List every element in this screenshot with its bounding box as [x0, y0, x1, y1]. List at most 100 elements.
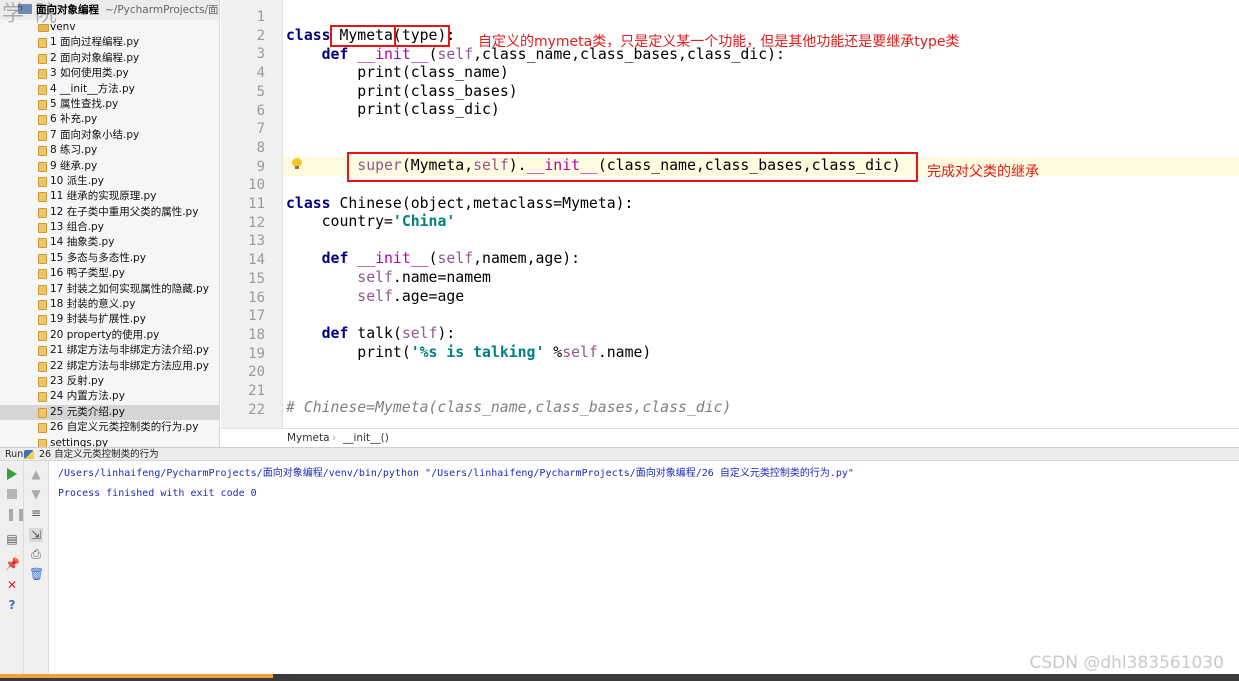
project-name: 面向对象编程 — [36, 4, 99, 16]
python-file-icon — [38, 115, 47, 126]
pause-icon[interactable]: ❚❚ — [6, 507, 26, 521]
tree-item-label: 6 补充.py — [50, 113, 98, 126]
code-line-4[interactable]: print(class_name) — [286, 64, 508, 83]
tree-file-item[interactable]: 16 鸭子类型.py — [0, 266, 219, 281]
tree-file-item[interactable]: 11 继承的实现原理.py — [0, 189, 219, 204]
code-line-22[interactable]: # Chinese=Mymeta(class_name,class_bases,… — [286, 399, 731, 418]
tree-file-item[interactable]: 4 __init__方法.py — [0, 82, 219, 97]
code-line-19[interactable]: print('%s is talking' %self.name) — [286, 344, 651, 363]
code-line-15[interactable]: self.name=namem — [286, 269, 491, 288]
tree-item-label: 1 面向过程编程.py — [50, 36, 140, 49]
code-line-5[interactable]: print(class_bases) — [286, 83, 518, 102]
tree-file-item[interactable]: 17 封装之如何实现属性的隐藏.py — [0, 282, 219, 297]
python-file-icon — [38, 346, 47, 357]
params: ): — [437, 325, 456, 342]
tree-item-label: 24 内置方法.py — [50, 390, 125, 403]
tree-file-item[interactable]: 6 补充.py — [0, 112, 219, 127]
keyword: def — [321, 250, 349, 267]
tree-file-item[interactable]: 10 派生.py — [0, 174, 219, 189]
python-file-icon — [38, 207, 47, 218]
tree-file-item[interactable]: 23 反射.py — [0, 374, 219, 389]
tree-file-item[interactable]: 8 练习.py — [0, 143, 219, 158]
code-editor[interactable]: 1 2 3 4 5 6 7 8 9 10 11 12 13 14 15 16 17 18 19 20 21 22 clas… — [221, 0, 1239, 447]
project-header[interactable]: 面向对象编程 ~/PycharmProjects/面向 — [0, 0, 220, 20]
lightbulb-icon[interactable] — [292, 158, 302, 170]
tree-file-item[interactable]: 18 封装的意义.py — [0, 297, 219, 312]
tree-item-label: 9 继承.py — [50, 159, 98, 172]
string-literal: '%s is talking' — [410, 344, 545, 361]
stop-icon[interactable] — [7, 489, 21, 503]
code-text: print(class_bases) — [357, 83, 518, 100]
tree-file-item[interactable]: 14 抽象类.py — [0, 235, 219, 250]
tree-file-item[interactable]: 26 自定义元类控制类的行为.py — [0, 420, 219, 435]
tree-file-item[interactable]: 24 内置方法.py — [0, 389, 219, 404]
tree-file-item[interactable]: 7 面向对象小结.py — [0, 128, 219, 143]
breadcrumb-class[interactable]: Mymeta — [287, 429, 330, 447]
tree-file-item[interactable]: 15 多态与多态性.py — [0, 251, 219, 266]
paren: ( — [428, 46, 438, 63]
tree-item-label: 12 在子类中重用父类的属性.py — [50, 205, 199, 218]
self-param: self — [437, 250, 474, 267]
tree-item-label: 19 封装与扩展性.py — [50, 313, 146, 326]
help-icon[interactable]: ? — [5, 598, 19, 612]
close-icon[interactable]: ✕ — [5, 578, 19, 592]
line-number: 4 — [256, 65, 265, 82]
code-line-18[interactable]: def talk(self): — [286, 325, 456, 344]
code-line-11[interactable]: class Chinese(object,metaclass=Mymeta): — [286, 195, 633, 214]
tree-file-item[interactable]: settings.py — [0, 436, 219, 447]
python-file-icon — [38, 146, 47, 157]
layout-icon[interactable]: ▤ — [5, 532, 19, 546]
line-number: 10 — [248, 177, 265, 194]
arrow-up-icon[interactable]: ▲ — [29, 467, 43, 481]
tree-file-item[interactable]: 12 在子类中重用父类的属性.py — [0, 205, 219, 220]
python-file-icon — [38, 253, 47, 264]
python-file-icon — [38, 330, 47, 341]
python-file-icon — [38, 53, 47, 64]
tree-file-item[interactable]: 9 继承.py — [0, 159, 219, 174]
trash-icon[interactable]: 🗑 — [29, 567, 44, 581]
class-decl: Chinese(object,metaclass=Mymeta): — [339, 195, 634, 212]
tree-file-item[interactable]: 2 面向对象编程.py — [0, 51, 219, 66]
self-param: self — [437, 46, 474, 63]
python-file-icon — [38, 130, 47, 141]
run-toolbar-secondary: ▲ ▼ ≡ ⇲ ⎙ 🗑 — [24, 461, 49, 681]
code-text: country= — [321, 213, 393, 230]
python-file-icon — [38, 300, 47, 311]
run-tab-label[interactable]: Run — [5, 448, 23, 461]
code-line-12[interactable]: country='China' — [286, 213, 456, 232]
tree-file-item[interactable]: 13 组合.py — [0, 220, 219, 235]
code-line-14[interactable]: def __init__(self,namem,age): — [286, 250, 580, 269]
annotation-super-note: 完成对父类的继承 — [927, 164, 1039, 180]
tree-file-item[interactable]: 20 property的使用.py — [0, 328, 219, 343]
tree-file-item[interactable]: 19 封装与扩展性.py — [0, 312, 219, 327]
pin-icon[interactable]: 📌 — [5, 557, 20, 571]
breadcrumb: Mymeta › __init__() — [221, 428, 1239, 447]
python-file-icon — [38, 161, 47, 172]
soft-wrap-icon[interactable]: ≡ — [29, 506, 43, 520]
tree-file-item[interactable]: 25 元类介绍.py — [0, 404, 219, 421]
tree-file-item[interactable]: 3 如何使用类.py — [0, 66, 219, 81]
print-icon[interactable]: ⎙ — [29, 547, 43, 561]
breadcrumb-separator: › — [332, 432, 337, 444]
python-file-icon — [38, 392, 47, 403]
self-ref: self — [357, 288, 393, 305]
rerun-icon[interactable] — [7, 468, 21, 482]
tree-file-item[interactable]: 1 面向过程编程.py — [0, 35, 219, 50]
run-config-name[interactable]: 26 自定义元类控制类的行为 — [39, 448, 159, 461]
tree-file-item[interactable]: 22 绑定方法与非绑定方法应用.py — [0, 359, 219, 374]
project-path: ~/PycharmProjects/面向 — [105, 4, 220, 16]
code-text: .age=age — [392, 288, 465, 305]
arrow-down-icon[interactable]: ▼ — [29, 487, 43, 501]
python-file-icon — [38, 376, 47, 387]
tree-file-item[interactable]: 21 绑定方法与非绑定方法介绍.py — [0, 343, 219, 358]
code-line-6[interactable]: print(class_dic) — [286, 101, 500, 120]
tree-folder-item[interactable]: venv — [0, 20, 219, 35]
tree-item-label: 10 派生.py — [50, 174, 104, 187]
code-line-16[interactable]: self.age=age — [286, 288, 464, 307]
line-number: 1 — [256, 9, 265, 25]
tree-file-item[interactable]: 5 属性查找.py — [0, 97, 219, 112]
breadcrumb-method[interactable]: __init__() — [343, 429, 389, 447]
run-console[interactable]: /Users/linhaifeng/PycharmProjects/面向对象编程… — [50, 461, 1239, 673]
scroll-to-end-icon[interactable]: ⇲ — [29, 528, 43, 542]
python-file-icon — [38, 238, 47, 249]
